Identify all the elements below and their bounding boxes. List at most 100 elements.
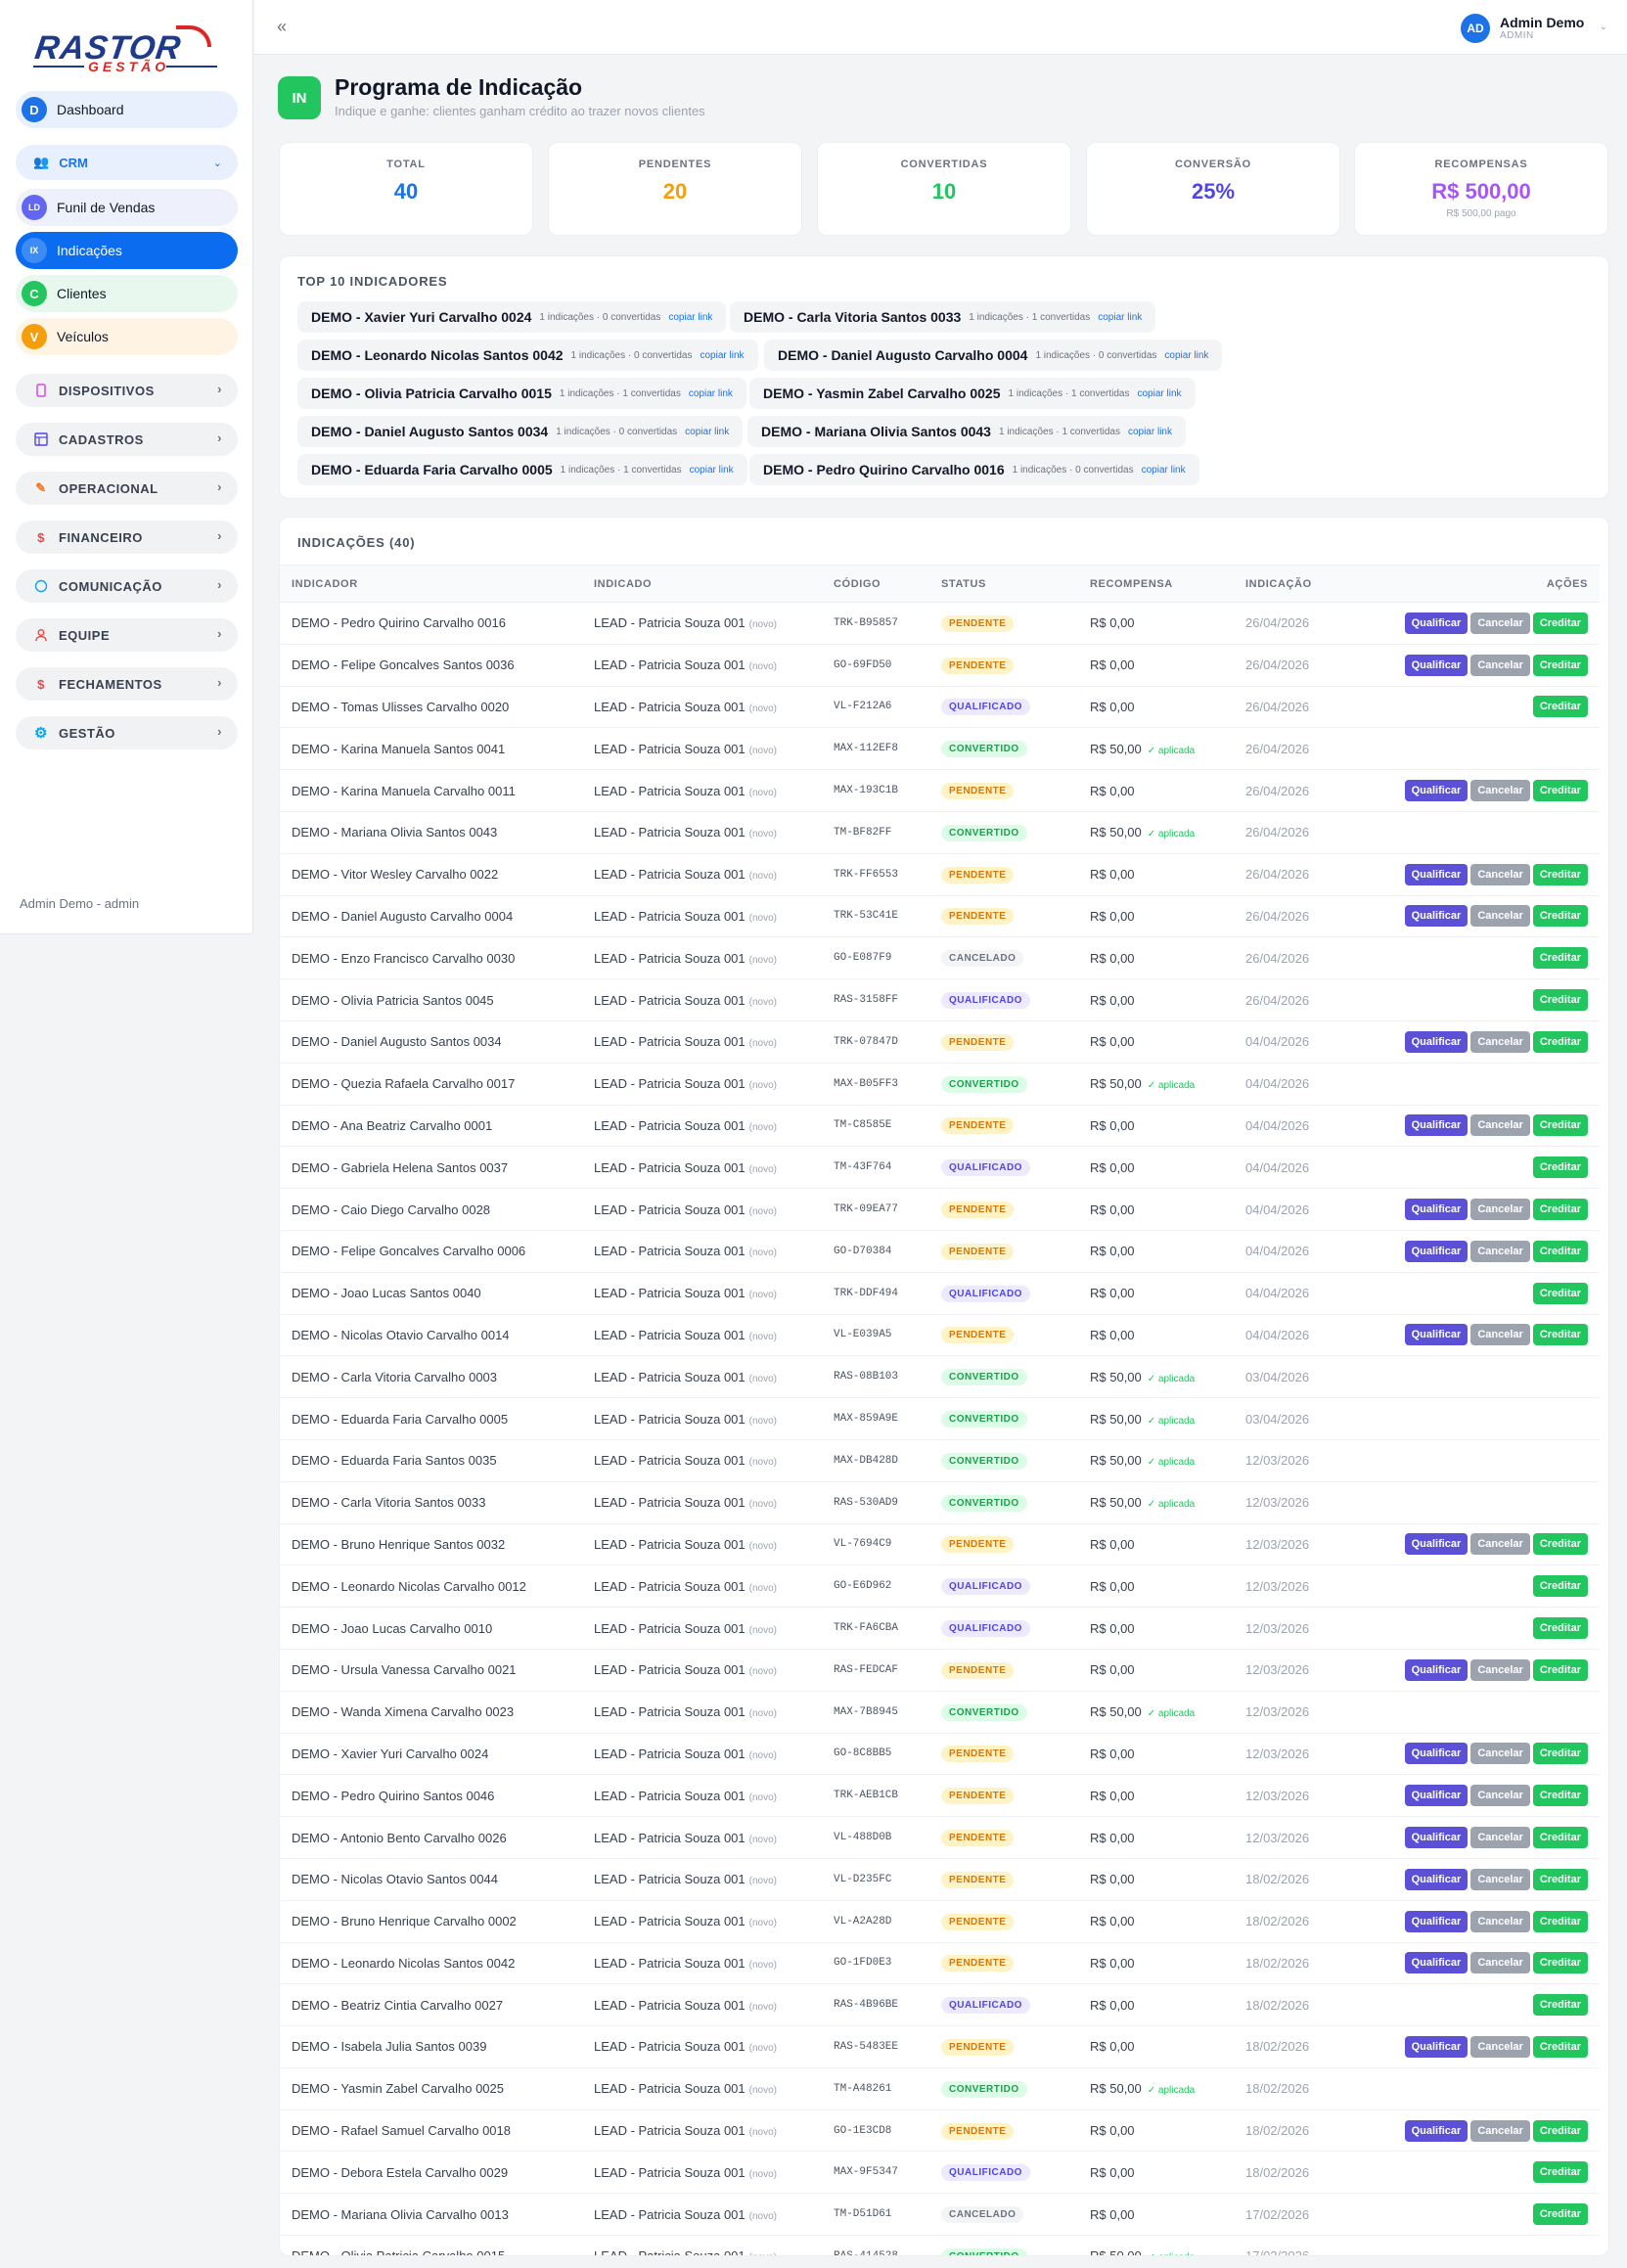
sidebar-group-equipe[interactable]: EQUIPE ›: [16, 618, 238, 652]
cancelar-button[interactable]: Cancelar: [1470, 1743, 1530, 1765]
creditar-button[interactable]: Creditar: [1532, 1994, 1588, 2017]
cancelar-button[interactable]: Cancelar: [1470, 1324, 1530, 1346]
creditar-button[interactable]: Creditar: [1532, 780, 1588, 802]
creditar-button[interactable]: Creditar: [1532, 1157, 1588, 1179]
sidebar-item-dashboard[interactable]: D Dashboard: [16, 91, 238, 128]
creditar-button[interactable]: Creditar: [1532, 1114, 1588, 1137]
creditar-button[interactable]: Creditar: [1532, 947, 1588, 970]
qualificar-button[interactable]: Qualificar: [1404, 780, 1469, 802]
qualificar-button[interactable]: Qualificar: [1404, 612, 1469, 634]
cancelar-button[interactable]: Cancelar: [1470, 1868, 1530, 1890]
creditar-button[interactable]: Creditar: [1532, 1743, 1588, 1765]
qualificar-button[interactable]: Qualificar: [1404, 1324, 1469, 1346]
creditar-button[interactable]: Creditar: [1532, 2035, 1588, 2058]
sidebar-item-indicacoes[interactable]: IX Indicações: [16, 232, 238, 269]
creditar-button[interactable]: Creditar: [1532, 696, 1588, 718]
creditar-button[interactable]: Creditar: [1532, 1910, 1588, 1932]
creditar-button[interactable]: Creditar: [1532, 1785, 1588, 1807]
creditar-button[interactable]: Creditar: [1532, 1324, 1588, 1346]
creditar-button[interactable]: Creditar: [1532, 863, 1588, 885]
qualificar-button[interactable]: Qualificar: [1404, 1533, 1469, 1556]
col-recompensa[interactable]: RECOMPENSA: [1078, 565, 1234, 603]
cancelar-button[interactable]: Cancelar: [1470, 654, 1530, 676]
copy-link[interactable]: copiar link: [1128, 427, 1172, 437]
sidebar-item-clientes[interactable]: C Clientes: [16, 275, 238, 312]
qualificar-button[interactable]: Qualificar: [1404, 905, 1469, 928]
copy-link[interactable]: copiar link: [685, 427, 729, 437]
cancelar-button[interactable]: Cancelar: [1470, 905, 1530, 928]
creditar-button[interactable]: Creditar: [1532, 1282, 1588, 1304]
creditar-button[interactable]: Creditar: [1532, 1827, 1588, 1848]
copy-link[interactable]: copiar link: [1098, 312, 1142, 323]
cancelar-button[interactable]: Cancelar: [1470, 1658, 1530, 1681]
qualificar-button[interactable]: Qualificar: [1404, 863, 1469, 885]
collapse-sidebar-icon[interactable]: «: [277, 17, 287, 37]
sidebar-item-crm[interactable]: 👥 CRM ⌄: [16, 145, 238, 180]
cancelar-button[interactable]: Cancelar: [1470, 1199, 1530, 1221]
cancelar-button[interactable]: Cancelar: [1470, 863, 1530, 885]
sidebar-group-operacional[interactable]: ✎ OPERACIONAL ›: [16, 472, 238, 505]
qualificar-button[interactable]: Qualificar: [1404, 1030, 1469, 1053]
creditar-button[interactable]: Creditar: [1532, 1868, 1588, 1890]
creditar-button[interactable]: Creditar: [1532, 654, 1588, 676]
sidebar-item-funil[interactable]: LD Funil de Vendas: [16, 189, 238, 226]
user-menu[interactable]: AD Admin Demo ADMIN ⌄: [1461, 10, 1607, 47]
cancelar-button[interactable]: Cancelar: [1470, 2119, 1530, 2142]
cancelar-button[interactable]: Cancelar: [1470, 1030, 1530, 1053]
col-indicado[interactable]: INDICADO: [582, 565, 822, 603]
qualificar-button[interactable]: Qualificar: [1404, 2119, 1469, 2142]
qualificar-button[interactable]: Qualificar: [1404, 1114, 1469, 1137]
copy-link[interactable]: copiar link: [700, 350, 744, 361]
qualificar-button[interactable]: Qualificar: [1404, 1952, 1469, 1974]
cancelar-button[interactable]: Cancelar: [1470, 1952, 1530, 1974]
col-indicacao[interactable]: INDICAÇÃO: [1234, 565, 1371, 603]
cancelar-button[interactable]: Cancelar: [1470, 1114, 1530, 1137]
col-indicador[interactable]: INDICADOR: [280, 565, 582, 603]
sidebar-group-financeiro[interactable]: $ FINANCEIRO ›: [16, 521, 238, 554]
creditar-button[interactable]: Creditar: [1532, 1952, 1588, 1974]
sidebar-group-gestao[interactable]: ⚙ GESTÃO ›: [16, 716, 238, 749]
qualificar-button[interactable]: Qualificar: [1404, 1910, 1469, 1932]
qualificar-button[interactable]: Qualificar: [1404, 1658, 1469, 1681]
copy-link[interactable]: copiar link: [1142, 465, 1186, 476]
qualificar-button[interactable]: Qualificar: [1404, 1827, 1469, 1848]
creditar-button[interactable]: Creditar: [1532, 2119, 1588, 2142]
creditar-button[interactable]: Creditar: [1532, 612, 1588, 634]
creditar-button[interactable]: Creditar: [1532, 989, 1588, 1012]
qualificar-button[interactable]: Qualificar: [1404, 1240, 1469, 1262]
col-codigo[interactable]: CÓDIGO: [822, 565, 929, 603]
copy-link[interactable]: copiar link: [690, 465, 734, 476]
qualificar-button[interactable]: Qualificar: [1404, 654, 1469, 676]
cancelar-button[interactable]: Cancelar: [1470, 612, 1530, 634]
sidebar-group-comunicacao[interactable]: COMUNICAÇÃO ›: [16, 569, 238, 603]
sidebar-group-cadastros[interactable]: CADASTROS ›: [16, 423, 238, 456]
cancelar-button[interactable]: Cancelar: [1470, 780, 1530, 802]
qualificar-button[interactable]: Qualificar: [1404, 2035, 1469, 2058]
qualificar-button[interactable]: Qualificar: [1404, 1743, 1469, 1765]
cancelar-button[interactable]: Cancelar: [1470, 1827, 1530, 1848]
copy-link[interactable]: copiar link: [1164, 350, 1208, 361]
qualificar-button[interactable]: Qualificar: [1404, 1785, 1469, 1807]
cancelar-button[interactable]: Cancelar: [1470, 1785, 1530, 1807]
cancelar-button[interactable]: Cancelar: [1470, 2035, 1530, 2058]
creditar-button[interactable]: Creditar: [1532, 1533, 1588, 1556]
creditar-button[interactable]: Creditar: [1532, 2203, 1588, 2226]
col-status[interactable]: STATUS: [929, 565, 1078, 603]
qualificar-button[interactable]: Qualificar: [1404, 1199, 1469, 1221]
cancelar-button[interactable]: Cancelar: [1470, 1533, 1530, 1556]
cancelar-button[interactable]: Cancelar: [1470, 1910, 1530, 1932]
sidebar-item-veiculos[interactable]: V Veículos: [16, 318, 238, 355]
creditar-button[interactable]: Creditar: [1532, 1240, 1588, 1262]
copy-link[interactable]: copiar link: [1137, 388, 1181, 399]
copy-link[interactable]: copiar link: [668, 312, 712, 323]
creditar-button[interactable]: Creditar: [1532, 905, 1588, 928]
cancelar-button[interactable]: Cancelar: [1470, 1240, 1530, 1262]
sidebar-group-dispositivos[interactable]: DISPOSITIVOS ›: [16, 374, 238, 407]
creditar-button[interactable]: Creditar: [1532, 1199, 1588, 1221]
copy-link[interactable]: copiar link: [689, 388, 733, 399]
creditar-button[interactable]: Creditar: [1532, 1030, 1588, 1053]
creditar-button[interactable]: Creditar: [1532, 1658, 1588, 1681]
qualificar-button[interactable]: Qualificar: [1404, 1868, 1469, 1890]
rastor-logo[interactable]: RASTOR GESTÃO: [29, 23, 225, 74]
creditar-button[interactable]: Creditar: [1532, 1617, 1588, 1640]
